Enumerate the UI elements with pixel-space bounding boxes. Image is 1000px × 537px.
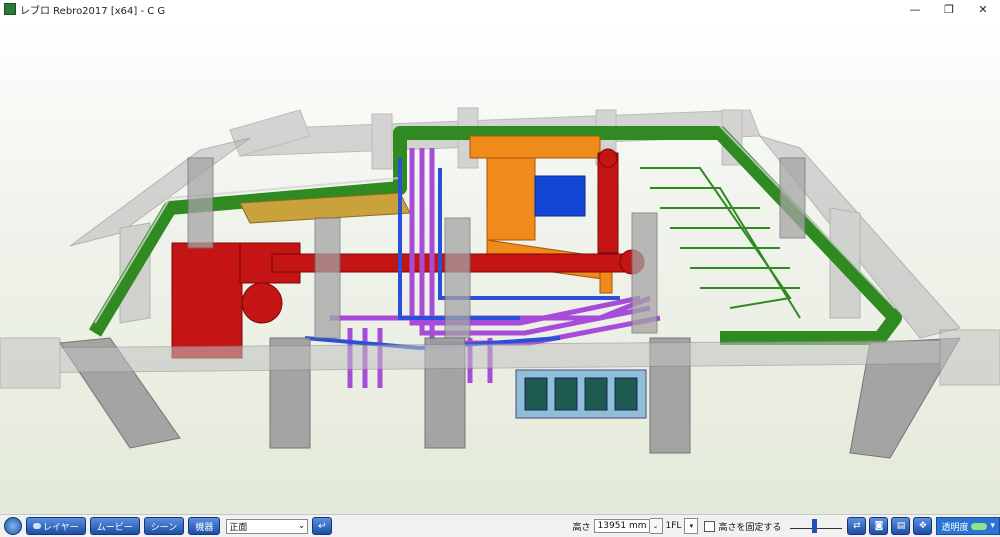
gear-icon[interactable] [4,517,22,535]
height-slider[interactable] [788,517,844,535]
transparency-label: 透明度 [941,522,969,533]
floor-dropdown[interactable]: ▾ [684,518,699,534]
window-controls: — ❐ ✕ [898,0,1000,18]
chevron-down-icon: ▾ [990,521,995,531]
fix-height-label: 高さを固定する [718,522,782,533]
fix-height-checkbox[interactable] [704,520,716,532]
air-handling-unit [534,175,586,217]
layer-button[interactable]: レイヤー [26,517,86,535]
floor-label: 1FL [665,521,682,531]
title-bar: レブロ Rebro2017 [x64] - C G — ❐ ✕ [0,0,1000,19]
movie-button[interactable]: ムービー [89,517,140,535]
height-spinner[interactable]: ⌄ [649,518,663,534]
pump-skid [515,369,647,419]
transparency-indicator [971,522,988,530]
equipment-button[interactable]: 機器 [188,517,221,535]
view-select[interactable]: 正面 ⌄ [226,518,309,534]
height-input[interactable]: 13951 mm [593,519,650,533]
close-button[interactable]: ✕ [966,0,1000,18]
view-select-value: 正面 [229,522,248,533]
layer-label: レイヤー [43,522,79,533]
enter-button[interactable]: ↵ [312,517,333,535]
bim-model-render [0,107,1000,459]
minimize-button[interactable]: — [898,0,932,18]
app-icon [4,3,16,15]
status-bar: レイヤー ムービー シーン 機器 正面 ⌄ ↵ 高さ 13951 mm ⌄ 1F… [0,514,1000,537]
layers-icon [33,523,41,529]
slider-thumb[interactable] [812,519,818,533]
maximize-button[interactable]: ❐ [932,0,966,18]
compass-icon[interactable]: ✥ [913,517,933,535]
camera-icon[interactable]: ◙ [869,517,889,535]
printer-icon[interactable]: ▤ [891,517,911,535]
window-title: レブロ Rebro2017 [x64] - C G [20,5,166,17]
scene-button[interactable]: シーン [143,517,185,535]
3d-viewport[interactable] [0,18,1000,514]
height-label: 高さ [572,522,591,533]
swap-arrows-icon[interactable]: ⇄ [847,517,867,535]
chevron-down-icon: ⌄ [297,521,306,531]
transparency-control[interactable]: 透明度 ▾ [936,517,1000,535]
